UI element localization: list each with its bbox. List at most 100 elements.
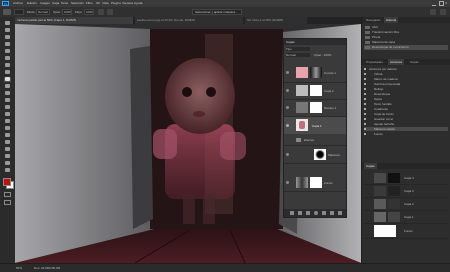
tab-document-2[interactable]: pasillo-oscuro.jpg al 33,3% (Fondo, RGB/… xyxy=(135,17,243,24)
new-layer-icon[interactable] xyxy=(330,211,334,215)
layer-row[interactable]: Capa 4 xyxy=(364,172,448,185)
visibility-eye-icon[interactable] xyxy=(286,71,289,74)
layers-panel-header[interactable]: Capas xyxy=(284,39,346,45)
quick-mask-icon[interactable] xyxy=(4,192,11,197)
action-item[interactable]: Cuadrante xyxy=(364,107,448,111)
pressure-icon[interactable] xyxy=(107,9,113,15)
new-group-icon[interactable] xyxy=(322,211,326,215)
action-item[interactable]: Viñeta xyxy=(364,72,448,76)
history-brush-tool-icon[interactable] xyxy=(4,91,11,96)
menu-window[interactable]: Ventana xyxy=(122,1,133,6)
action-item[interactable]: Desenfoque xyxy=(364,92,448,96)
tab-history[interactable]: Historia xyxy=(384,17,399,23)
menu-select[interactable]: Selección xyxy=(71,1,84,6)
brush-size-picker[interactable] xyxy=(14,9,24,15)
hand-tool-icon[interactable] xyxy=(4,154,11,159)
tab-document-1[interactable]: muñeca-pasillo.psd al 50% (Capa 1, RGB/8… xyxy=(15,17,133,24)
tab-layers-dock[interactable]: Capas xyxy=(364,163,377,169)
mode-select[interactable]: Normal xyxy=(36,9,50,15)
minimize-icon[interactable] xyxy=(432,1,436,6)
eyedropper-tool-icon[interactable] xyxy=(4,63,11,68)
tab-document-3[interactable]: Sin título-1 al 25% (RGB/8) xyxy=(245,17,307,24)
history-item-current[interactable]: Desenfoque de movimiento xyxy=(364,45,448,50)
opacity-input[interactable]: 100% xyxy=(62,9,72,15)
visibility-eye-icon[interactable] xyxy=(286,106,289,109)
menu-type[interactable]: Texto xyxy=(61,1,68,6)
crop-tool-icon[interactable] xyxy=(4,49,11,54)
dodge-tool-icon[interactable] xyxy=(4,119,11,124)
lasso-tool-icon[interactable] xyxy=(4,35,11,40)
type-tool-icon[interactable] xyxy=(4,133,11,138)
menu-view[interactable]: Vista xyxy=(102,1,109,6)
layer-row[interactable]: Capa 2 xyxy=(284,83,346,100)
visibility-eye-icon[interactable] xyxy=(286,181,289,184)
healing-brush-tool-icon[interactable] xyxy=(4,70,11,75)
blend-mode-select[interactable]: Normal xyxy=(286,53,310,57)
menu-3d[interactable]: 3D xyxy=(96,1,100,6)
action-item[interactable]: Guardar como xyxy=(364,117,448,121)
airbrush-icon[interactable] xyxy=(98,9,104,15)
visibility-eye-icon[interactable] xyxy=(286,124,289,127)
select-and-mask-button[interactable]: Seleccionar y aplicar máscara... xyxy=(192,9,242,15)
layer-filter-select[interactable]: Tipo xyxy=(286,47,310,51)
brush-tool-preset-icon[interactable] xyxy=(3,9,11,15)
layer-row[interactable]: Capa 3 xyxy=(364,185,448,198)
blur-tool-icon[interactable] xyxy=(4,112,11,117)
action-item[interactable]: Texto fundido xyxy=(364,102,448,106)
flow-input[interactable]: 100% xyxy=(84,9,94,15)
layer-row[interactable]: Fondo xyxy=(364,224,448,239)
pen-tool-icon[interactable] xyxy=(4,126,11,131)
link-layers-icon[interactable] xyxy=(290,211,294,215)
marquee-tool-icon[interactable] xyxy=(4,28,11,33)
quick-select-tool-icon[interactable] xyxy=(4,42,11,47)
brush-tool-icon[interactable] xyxy=(4,77,11,82)
fx-icon[interactable] xyxy=(298,211,302,215)
layer-row-selected[interactable]: Capa 1 xyxy=(284,117,346,134)
tab-actions[interactable]: Acciones xyxy=(388,59,405,65)
menu-file[interactable]: Archivo xyxy=(13,1,23,6)
layer-row[interactable]: Curvas 1 xyxy=(284,64,346,83)
maximize-icon[interactable] xyxy=(439,1,444,6)
action-item[interactable]: Reflejo xyxy=(364,87,448,91)
layer-opacity[interactable]: Opac.: 100% xyxy=(314,53,344,57)
menu-layer[interactable]: Capa xyxy=(52,1,59,6)
action-item[interactable]: Sombra proyectada xyxy=(364,82,448,86)
frame-tool-icon[interactable] xyxy=(4,56,11,61)
move-tool-icon[interactable] xyxy=(4,21,11,26)
eraser-tool-icon[interactable] xyxy=(4,98,11,103)
trash-icon[interactable] xyxy=(338,211,342,215)
photoshop-logo[interactable]: Ps xyxy=(2,1,9,6)
action-item[interactable]: Capa de fondo xyxy=(364,112,448,116)
menu-edit[interactable]: Edición xyxy=(27,1,37,6)
search-icon[interactable] xyxy=(430,9,436,15)
layers-panel-floating[interactable]: Capas Tipo Normal Opac.: 100% Curvas 1 C… xyxy=(283,38,347,218)
menu-filter[interactable]: Filtro xyxy=(86,1,93,6)
zoom-level[interactable]: 50% xyxy=(16,266,22,270)
action-item[interactable]: Acciones por defecto xyxy=(364,67,448,71)
layer-row[interactable]: Fondo xyxy=(284,174,346,192)
action-item[interactable]: Ajustar tamaño xyxy=(364,122,448,126)
more-tools-icon[interactable] xyxy=(4,168,11,173)
tab-layers[interactable]: Capas xyxy=(408,59,421,65)
layer-row[interactable]: Niveles 1 xyxy=(284,100,346,117)
layer-row[interactable]: Efectos xyxy=(284,135,346,146)
workspace-icon[interactable] xyxy=(440,9,446,15)
visibility-eye-icon[interactable] xyxy=(286,153,289,156)
clone-stamp-tool-icon[interactable] xyxy=(4,84,11,89)
tab-properties[interactable]: Propiedades xyxy=(364,59,385,65)
path-select-tool-icon[interactable] xyxy=(4,140,11,145)
action-item-selected[interactable]: Máscara rápida xyxy=(364,127,448,131)
screen-mode-icon[interactable] xyxy=(4,200,11,205)
visibility-eye-icon[interactable] xyxy=(286,89,289,92)
close-icon[interactable]: ✕ xyxy=(445,1,448,5)
adjustment-layer-icon[interactable] xyxy=(314,211,318,215)
menu-plugins[interactable]: Plugins xyxy=(111,1,121,6)
action-item[interactable]: Sepia xyxy=(364,97,448,101)
menu-help[interactable]: Ayuda xyxy=(134,1,142,6)
add-mask-icon[interactable] xyxy=(306,211,310,215)
shape-tool-icon[interactable] xyxy=(4,147,11,152)
gradient-tool-icon[interactable] xyxy=(4,105,11,110)
foreground-color-swatch[interactable] xyxy=(3,178,11,186)
layer-row[interactable]: Capa 1 xyxy=(364,211,448,224)
action-item[interactable]: Fondo xyxy=(364,132,448,136)
